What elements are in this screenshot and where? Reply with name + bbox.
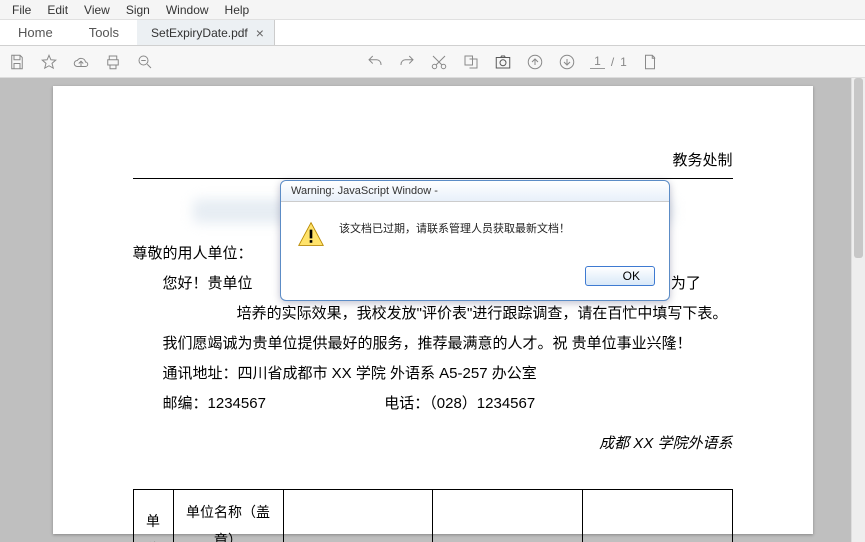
page-down-icon[interactable]: [558, 53, 576, 71]
contact-line: 邮编：1234567 电话：（028）1234567: [133, 389, 733, 419]
header-right: 教务处制: [133, 146, 733, 179]
page-sep: /: [611, 55, 614, 69]
dialog-message: 该文档已过期，请联系管理人员获取最新文档！: [339, 220, 570, 236]
signature: 成都 XX 学院外语系: [133, 429, 733, 459]
form-table: 单位 单位名称（盖章）: [133, 489, 733, 542]
cloud-icon[interactable]: [72, 53, 90, 71]
tab-document-label: SetExpiryDate.pdf: [151, 26, 248, 40]
menu-sign[interactable]: Sign: [118, 1, 158, 19]
warning-dialog: Warning: JavaScript Window - 该文档已过期，请联系管…: [280, 180, 670, 301]
scrollbar-thumb[interactable]: [854, 78, 863, 258]
save-icon[interactable]: [8, 53, 26, 71]
menu-window[interactable]: Window: [158, 1, 217, 19]
table-cell-unitname: 单位名称（盖章）: [173, 490, 283, 542]
page-indicator: 1 / 1: [590, 54, 627, 69]
dialog-titlebar[interactable]: Warning: JavaScript Window -: [281, 181, 669, 202]
page-total: 1: [620, 55, 627, 69]
page-icon[interactable]: [641, 53, 659, 71]
toolbar: 1 / 1: [0, 46, 865, 78]
zoom-icon[interactable]: [136, 53, 154, 71]
pdf-page: 教务处制 尊敬的用人单位： 您好！贵单位 （她）的关心与培养。为了 培养的实际效…: [53, 86, 813, 534]
warning-icon: [297, 220, 325, 248]
menu-file[interactable]: File: [4, 1, 39, 19]
undo-icon[interactable]: [366, 53, 384, 71]
address-line: 通讯地址：四川省成都市 XX 学院 外语系 A5-257 办公室: [133, 359, 733, 389]
tab-tools[interactable]: Tools: [71, 20, 137, 45]
menu-help[interactable]: Help: [217, 1, 258, 19]
tab-home[interactable]: Home: [0, 20, 71, 45]
star-icon[interactable]: [40, 53, 58, 71]
body-2: 我们愿竭诚为贵单位提供最好的服务，推荐最满意的人才。祝 贵单位事业兴隆！: [133, 329, 733, 359]
menubar: File Edit View Sign Window Help: [0, 0, 865, 20]
scrollbar-track[interactable]: [851, 78, 865, 542]
copy-icon[interactable]: [462, 53, 480, 71]
tab-document[interactable]: SetExpiryDate.pdf ×: [137, 20, 275, 45]
tab-close-icon[interactable]: ×: [256, 25, 264, 41]
menu-edit[interactable]: Edit: [39, 1, 76, 19]
redo-icon[interactable]: [398, 53, 416, 71]
tabrow: Home Tools SetExpiryDate.pdf ×: [0, 20, 865, 46]
snapshot-icon[interactable]: [494, 53, 512, 71]
table-cell-unit: 单位: [133, 490, 173, 542]
page-current[interactable]: 1: [590, 54, 605, 69]
ok-button[interactable]: OK: [585, 266, 655, 286]
document-viewport[interactable]: 教务处制 尊敬的用人单位： 您好！贵单位 （她）的关心与培养。为了 培养的实际效…: [0, 78, 865, 542]
cut-icon[interactable]: [430, 53, 448, 71]
page-up-icon[interactable]: [526, 53, 544, 71]
menu-view[interactable]: View: [76, 1, 118, 19]
print-icon[interactable]: [104, 53, 122, 71]
